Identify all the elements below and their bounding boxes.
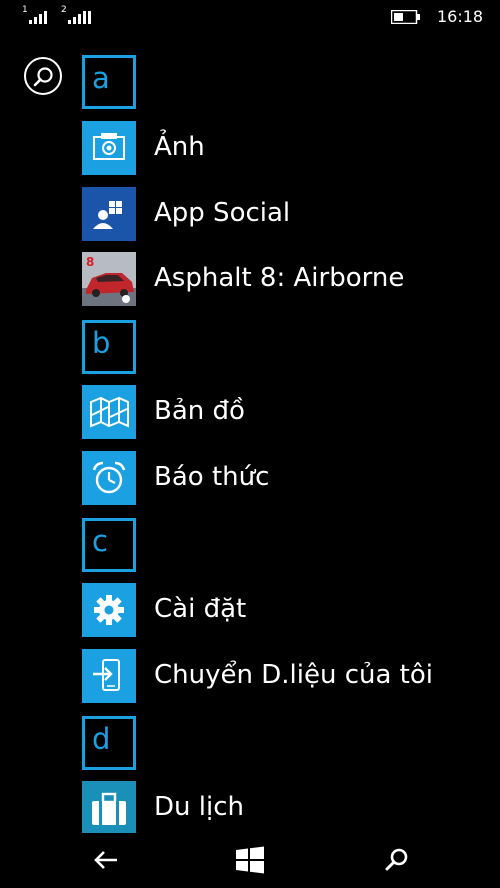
search-icon: [33, 67, 53, 87]
section-header-b[interactable]: b: [82, 320, 500, 374]
app-name: Bản đồ: [154, 396, 245, 426]
section-letter: b: [92, 326, 111, 360]
clock: 16:18: [437, 7, 484, 26]
search-button[interactable]: [382, 845, 412, 875]
navigation-bar: [0, 833, 500, 888]
gear-icon: [94, 595, 124, 625]
app-tile[interactable]: [82, 583, 136, 637]
letter-tile[interactable]: c: [82, 518, 136, 572]
app-name: Báo thức: [154, 462, 270, 492]
transfer-data-icon: [93, 659, 120, 691]
section-header-a[interactable]: a: [82, 55, 500, 109]
section-header-c[interactable]: c: [82, 518, 500, 572]
letter-tile[interactable]: b: [82, 320, 136, 374]
search-icon: [385, 848, 408, 871]
app-list[interactable]: a Ảnh App Social 8 Asphalt 8: Airborne b…: [82, 55, 500, 833]
battery-icon: [391, 10, 420, 24]
start-button[interactable]: [235, 845, 265, 875]
asphalt-8-game-icon: 8: [82, 252, 136, 306]
back-arrow-icon: [94, 851, 117, 869]
app-tile[interactable]: [82, 781, 136, 833]
section-header-d[interactable]: d: [82, 716, 500, 770]
suitcase-icon: [92, 792, 126, 825]
app-tile[interactable]: [82, 385, 136, 439]
signal-bars-icon: [68, 11, 91, 24]
list-item-anh[interactable]: Ảnh: [82, 121, 500, 175]
app-tile[interactable]: [82, 451, 136, 505]
app-name: App Social: [154, 198, 291, 228]
sim1-label: 1: [22, 5, 28, 15]
list-item-ban-do[interactable]: Bản đồ: [82, 385, 500, 439]
search-button[interactable]: [24, 57, 62, 95]
app-name: Asphalt 8: Airborne: [154, 263, 405, 293]
app-tile[interactable]: [82, 121, 136, 175]
windows-start-icon: [236, 846, 264, 874]
section-letter: a: [92, 61, 110, 95]
list-item-bao-thuc[interactable]: Báo thức: [82, 451, 500, 505]
app-tile[interactable]: [82, 187, 136, 241]
app-tile[interactable]: 8: [82, 252, 136, 306]
section-letter: c: [92, 524, 108, 558]
map-icon: [90, 396, 129, 428]
letter-tile[interactable]: d: [82, 716, 136, 770]
list-item-app-social[interactable]: App Social: [82, 187, 500, 241]
alarm-clock-icon: [92, 461, 126, 494]
list-item-cai-dat[interactable]: Cài đặt: [82, 583, 500, 637]
app-name: Chuyển D.liệu của tôi: [154, 660, 434, 690]
section-letter: d: [92, 722, 111, 756]
app-name: Cài đặt: [154, 594, 247, 624]
list-item-asphalt-8[interactable]: 8 Asphalt 8: Airborne: [82, 252, 500, 306]
app-tile[interactable]: [82, 649, 136, 703]
camera-photo-icon: [93, 133, 125, 160]
back-button[interactable]: [91, 845, 121, 875]
list-item-du-lich[interactable]: Du lịch: [82, 781, 500, 833]
signal-bars-icon: [29, 11, 47, 24]
list-item-chuyen-du-lieu[interactable]: Chuyển D.liệu của tôi: [82, 649, 500, 703]
app-name: Ảnh: [154, 132, 205, 162]
letter-tile[interactable]: a: [82, 55, 136, 109]
svg-text:8: 8: [86, 255, 94, 269]
app-social-icon: [93, 201, 122, 229]
status-bar: 1 2 16:18: [0, 0, 500, 36]
sim2-label: 2: [61, 5, 67, 15]
app-name: Du lịch: [154, 792, 244, 822]
